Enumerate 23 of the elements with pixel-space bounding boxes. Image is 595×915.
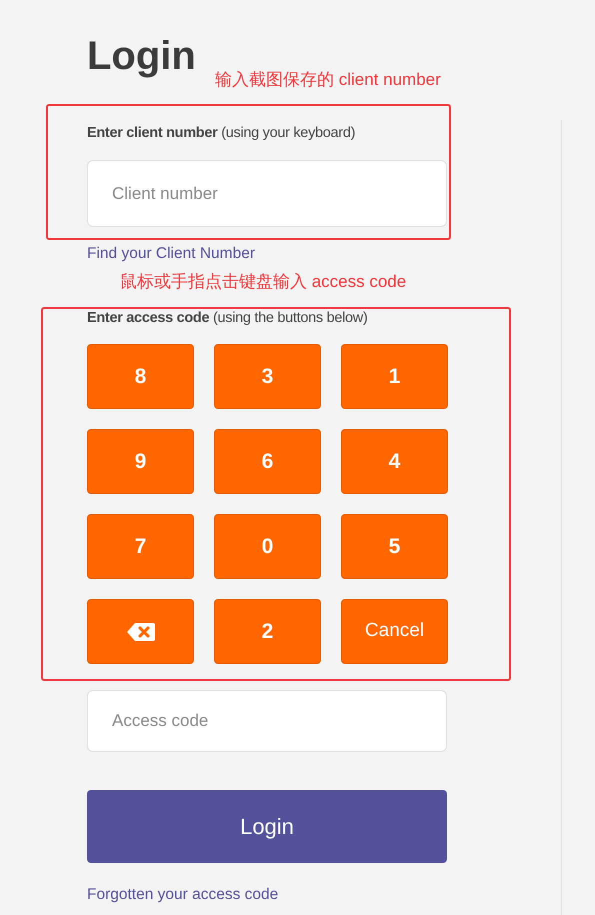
keypad-key[interactable]: 0 — [214, 514, 321, 579]
backspace-button[interactable] — [87, 599, 194, 664]
annotation-note: 鼠标或手指点击键盘输入 access code — [120, 272, 406, 292]
keypad-key[interactable]: 2 — [214, 599, 321, 664]
client-number-field[interactable]: Client number — [87, 160, 447, 227]
keypad-key[interactable]: 4 — [341, 429, 448, 494]
keypad-key[interactable]: 6 — [214, 429, 321, 494]
keypad-key[interactable]: 5 — [341, 514, 448, 579]
cancel-button[interactable]: Cancel — [341, 599, 448, 664]
keypad-key[interactable]: 3 — [214, 344, 321, 409]
keypad-key[interactable]: 7 — [87, 514, 194, 579]
keypad-key[interactable]: 1 — [341, 344, 448, 409]
login-button[interactable]: Login — [87, 790, 447, 863]
field-label: Enter client number (using your keyboard) — [87, 124, 356, 143]
keypad-key[interactable]: 8 — [87, 344, 194, 409]
forgotten-access-code-link[interactable]: Forgotten your access code — [87, 885, 278, 905]
page-title: Login — [87, 33, 196, 79]
find-client-number-link[interactable]: Find your Client Number — [87, 244, 255, 264]
access-code-field[interactable]: Access code — [87, 690, 447, 752]
annotation-note: 输入截图保存的 client number — [215, 70, 441, 90]
keypad-key[interactable]: 9 — [87, 429, 194, 494]
backspace-icon — [126, 622, 156, 642]
field-label: Enter access code (using the buttons below) — [87, 309, 368, 328]
